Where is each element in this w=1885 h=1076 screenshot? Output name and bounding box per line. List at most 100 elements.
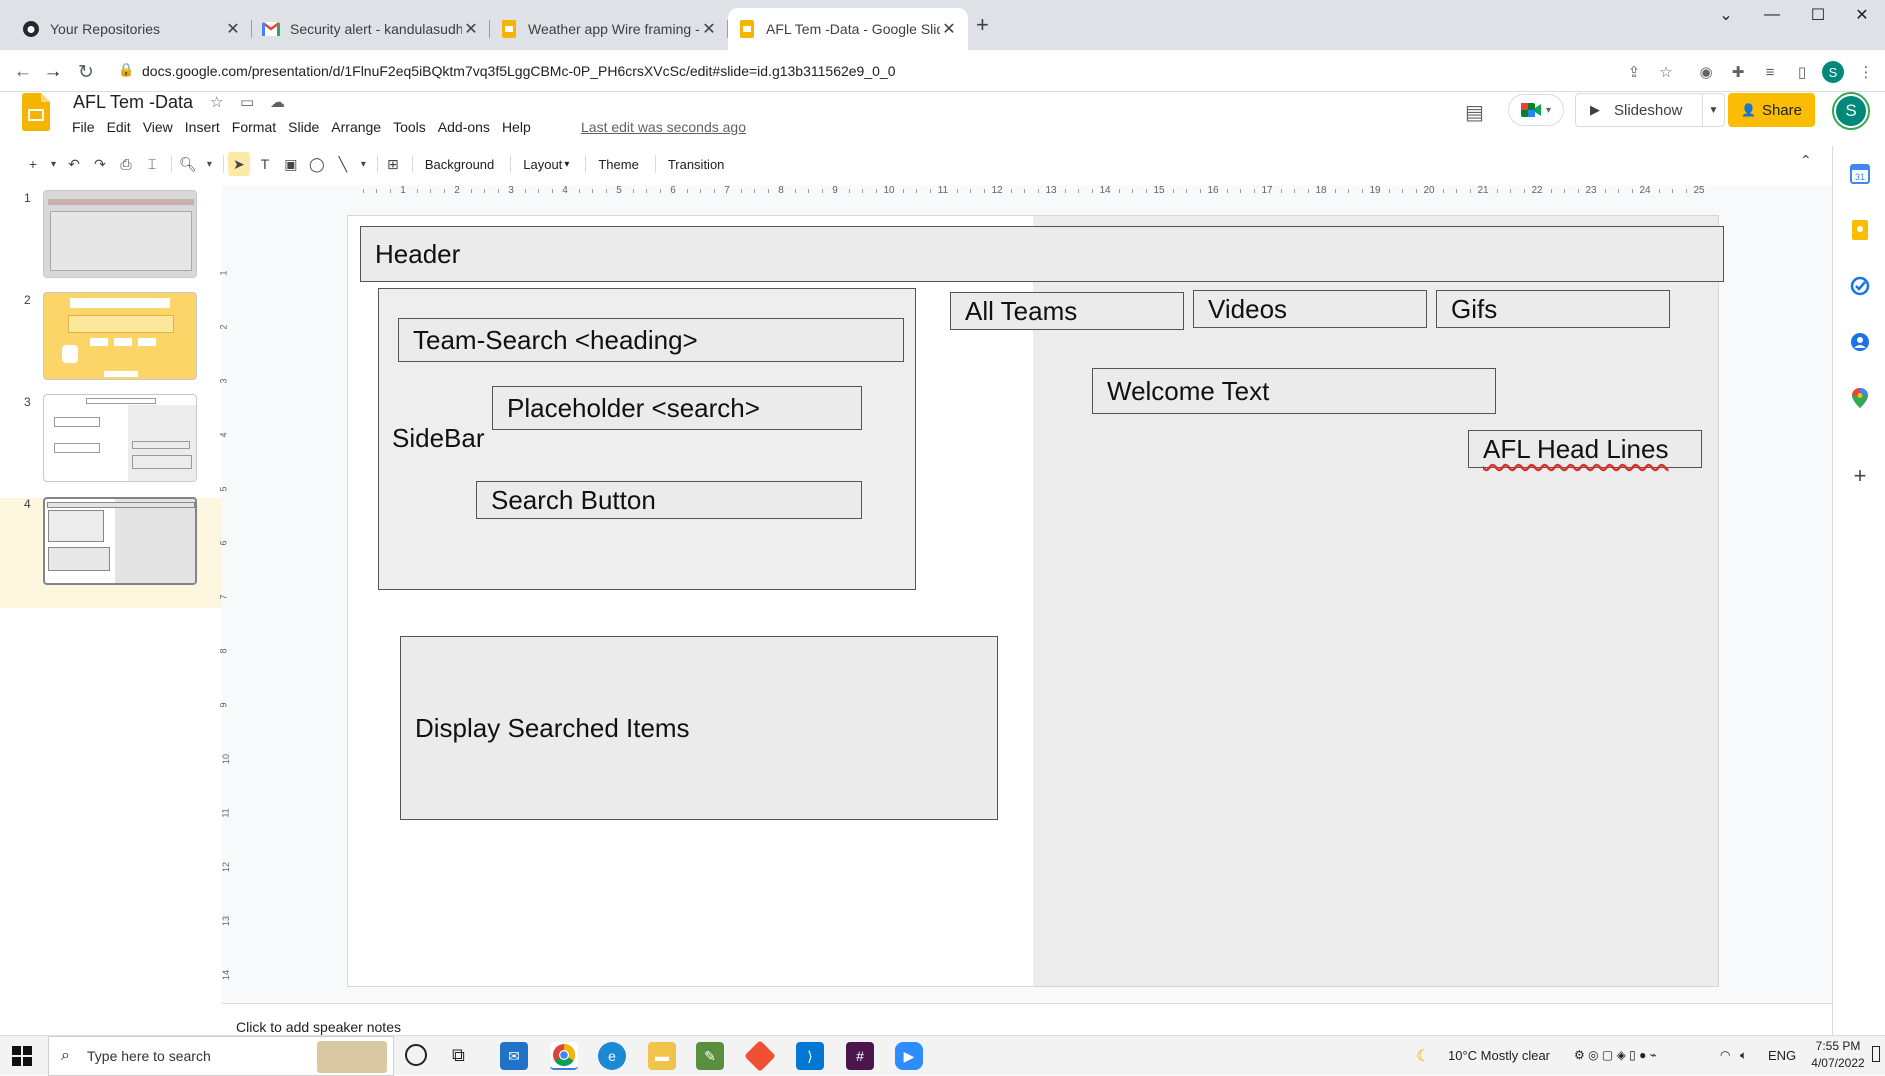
forward-icon[interactable]: →: [40, 59, 66, 85]
slide-thumbnail[interactable]: [43, 394, 197, 482]
taskbar-search-field[interactable]: ⌕ Type here to search: [48, 1036, 394, 1076]
url-field[interactable]: 🔒 docs.google.com/presentation/d/1FlnuF2…: [108, 54, 1668, 88]
share-button[interactable]: 👤 Share: [1728, 93, 1815, 127]
profile-avatar[interactable]: S: [1822, 61, 1844, 83]
shape-icon[interactable]: ◯: [306, 152, 328, 176]
slack-app-icon[interactable]: #: [846, 1042, 874, 1070]
wireframe-display-items[interactable]: Display Searched Items: [400, 636, 998, 820]
print-icon[interactable]: ⎙: [115, 152, 137, 176]
browser-tab[interactable]: Security alert - kandulasudheer4 ✕: [252, 8, 490, 50]
media-icon[interactable]: ≡: [1760, 62, 1780, 82]
edge-app-icon[interactable]: e: [598, 1042, 626, 1070]
background-button[interactable]: Background: [417, 152, 502, 176]
close-tab-icon[interactable]: ✕: [940, 19, 958, 39]
tray-icons[interactable]: ⚙ ◎ ▢ ◈ ▯ ● ⌁: [1574, 1048, 1657, 1062]
keep-icon[interactable]: [1848, 218, 1872, 242]
new-slide-icon[interactable]: +: [22, 152, 44, 176]
last-edit-link[interactable]: Last edit was seconds ago: [581, 119, 746, 135]
more-vert-icon[interactable]: ⋮: [1856, 62, 1876, 82]
chrome-app-icon[interactable]: [550, 1042, 578, 1070]
chevron-down-icon[interactable]: ▾: [48, 152, 59, 176]
clock-time[interactable]: 7:55 PM: [1810, 1039, 1866, 1053]
paint-format-icon[interactable]: ⌶: [141, 152, 163, 176]
wireframe-headlines[interactable]: AFL Head Lines: [1468, 430, 1702, 468]
menu-format[interactable]: Format: [232, 119, 276, 135]
browser-tab[interactable]: Your Repositories ✕: [12, 8, 252, 50]
volume-icon[interactable]: 🔈︎: [1740, 1048, 1747, 1063]
contacts-icon[interactable]: [1848, 330, 1872, 354]
zoom-icon[interactable]: 🔍︎: [176, 152, 200, 176]
close-tab-icon[interactable]: ✕: [224, 19, 242, 39]
slides-logo-icon[interactable]: [22, 93, 50, 131]
network-icon[interactable]: ◠: [1720, 1048, 1730, 1062]
image-icon[interactable]: ▣: [280, 152, 302, 176]
windows-start-icon[interactable]: [12, 1046, 32, 1071]
new-tab-button[interactable]: +: [976, 12, 989, 38]
menu-arrange[interactable]: Arrange: [331, 119, 381, 135]
meet-button[interactable]: ▾: [1508, 94, 1564, 126]
menu-insert[interactable]: Insert: [185, 119, 220, 135]
calendar-icon[interactable]: 31: [1848, 162, 1872, 186]
menu-view[interactable]: View: [143, 119, 173, 135]
maximize-icon[interactable]: ☐: [1795, 0, 1841, 30]
star-icon[interactable]: ☆: [210, 93, 223, 111]
theme-button[interactable]: Theme: [590, 152, 646, 176]
slide-thumbnail[interactable]: [43, 190, 197, 278]
menu-addons[interactable]: Add-ons: [438, 119, 490, 135]
notifications-icon[interactable]: [1872, 1046, 1880, 1062]
slide-canvas[interactable]: Header SideBar Team-Search <heading> Pla…: [348, 216, 1724, 986]
slide-thumbnail[interactable]: [43, 292, 197, 380]
collapse-toolbar-icon[interactable]: ⌃: [1800, 152, 1812, 169]
share-page-icon[interactable]: ⇪: [1624, 62, 1644, 82]
line-icon[interactable]: ╲: [332, 152, 354, 176]
wireframe-all-teams[interactable]: All Teams: [950, 292, 1184, 330]
menu-help[interactable]: Help: [502, 119, 531, 135]
reload-icon[interactable]: ↻: [73, 59, 99, 85]
language-indicator[interactable]: ENG: [1768, 1048, 1796, 1063]
slideshow-button[interactable]: ▶ Slideshow ▼: [1575, 93, 1725, 127]
close-tab-icon[interactable]: ✕: [462, 19, 480, 39]
minimize-icon[interactable]: —: [1749, 0, 1795, 30]
redo-icon[interactable]: ↷: [89, 152, 111, 176]
add-addon-icon[interactable]: +: [1848, 463, 1872, 488]
transition-button[interactable]: Transition: [660, 152, 733, 176]
wireframe-search-button[interactable]: Search Button: [476, 481, 862, 519]
wireframe-team-search[interactable]: Team-Search <heading>: [398, 318, 904, 362]
wireframe-welcome-text[interactable]: Welcome Text: [1092, 368, 1496, 414]
select-cursor-icon[interactable]: ➤: [227, 152, 250, 176]
speaker-notes-area[interactable]: Click to add speaker notes: [222, 1003, 1832, 1035]
cortana-icon[interactable]: [405, 1044, 427, 1066]
account-avatar[interactable]: S: [1832, 92, 1870, 130]
bookmark-star-icon[interactable]: ☆: [1656, 62, 1676, 82]
cloud-saved-icon[interactable]: ☁: [270, 93, 285, 111]
text-box-icon[interactable]: T: [254, 152, 276, 176]
slide-thumbnail-selected[interactable]: [43, 497, 197, 585]
weather-moon-icon[interactable]: ☾: [1416, 1046, 1430, 1066]
browser-tab[interactable]: Weather app Wire framing - Goo ✕: [490, 8, 728, 50]
notepad-app-icon[interactable]: ✎: [696, 1042, 724, 1070]
wireframe-header[interactable]: Header: [360, 226, 1724, 282]
back-icon[interactable]: ←: [10, 59, 36, 85]
wireframe-gifs[interactable]: Gifs: [1436, 290, 1670, 328]
comments-icon[interactable]: ▤: [1465, 100, 1484, 125]
sidepanel-icon[interactable]: ▯: [1792, 62, 1812, 82]
tab-search-icon[interactable]: ⌄: [1703, 0, 1749, 30]
add-comment-icon[interactable]: ⊞: [382, 152, 404, 176]
vscode-app-icon[interactable]: ⟩: [796, 1042, 824, 1070]
file-explorer-icon[interactable]: ▬: [648, 1042, 676, 1070]
wireframe-placeholder[interactable]: Placeholder <search>: [492, 386, 862, 430]
maps-icon[interactable]: [1848, 386, 1872, 410]
mail-app-icon[interactable]: ✉: [500, 1042, 528, 1070]
git-app-icon[interactable]: [744, 1040, 776, 1072]
chevron-down-icon[interactable]: ▾: [358, 152, 369, 176]
extension-icon[interactable]: ◉: [1696, 62, 1716, 82]
document-title[interactable]: AFL Tem -Data: [73, 92, 193, 113]
menu-file[interactable]: File: [72, 119, 95, 135]
wireframe-videos[interactable]: Videos: [1193, 290, 1427, 328]
chevron-down-icon[interactable]: ▾: [204, 152, 215, 176]
puzzle-icon[interactable]: ✚: [1728, 62, 1748, 82]
weather-text[interactable]: 10°C Mostly clear: [1448, 1048, 1550, 1063]
move-folder-icon[interactable]: ▭: [240, 93, 254, 111]
zoom-app-icon[interactable]: ▶: [895, 1042, 923, 1070]
menu-tools[interactable]: Tools: [393, 119, 426, 135]
